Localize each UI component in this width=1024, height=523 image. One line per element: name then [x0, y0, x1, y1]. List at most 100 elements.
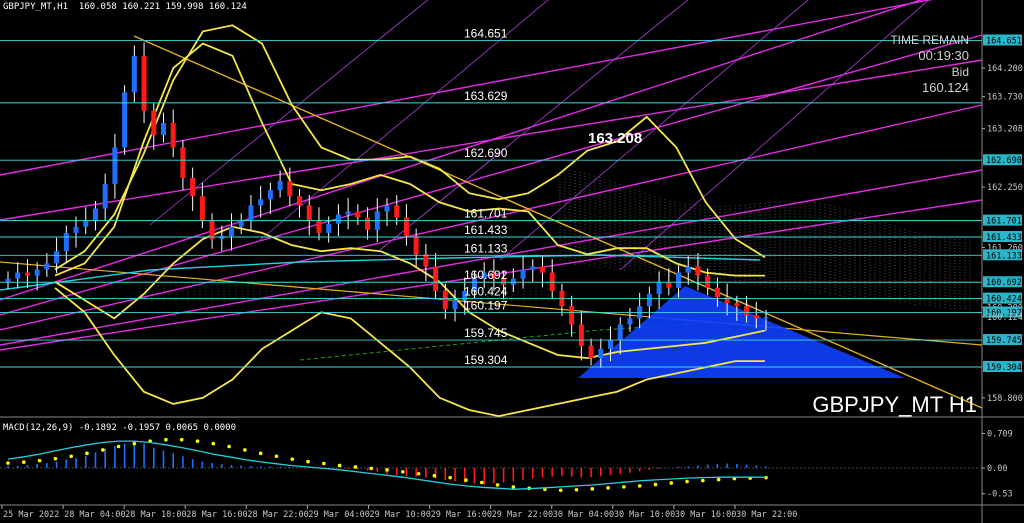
- bull-candle: [685, 266, 691, 273]
- bull-candle: [608, 339, 614, 349]
- signal-dot: [479, 480, 484, 485]
- price-tag-label: 164.651: [986, 36, 1022, 46]
- time-tick-label: 28 Mar 04:00: [64, 510, 125, 520]
- signal-dot: [685, 479, 689, 484]
- price-tick-label: 160.124: [987, 313, 1023, 323]
- bull-candle: [131, 55, 137, 93]
- time-tick-label: 30 Mar 04:00: [553, 510, 614, 520]
- bear-candle: [549, 272, 555, 291]
- signal-dot: [716, 477, 721, 482]
- timer-label: TIME REMAIN: [890, 33, 969, 47]
- bear-candle: [578, 324, 584, 346]
- time-tick-label: 29 Mar 10:00: [370, 510, 431, 520]
- signal-dot: [21, 460, 26, 464]
- time-tick-label: 30 Mar 22:00: [736, 510, 797, 520]
- level-label: 162.690: [464, 146, 508, 160]
- bear-candle: [190, 177, 196, 197]
- signal-dot: [132, 441, 137, 446]
- bear-candle: [180, 147, 186, 178]
- bull-candle: [656, 281, 662, 294]
- bear-candle: [209, 220, 215, 240]
- signal-dot: [653, 482, 658, 487]
- bull-candle: [384, 205, 390, 212]
- bear-candle: [423, 254, 429, 267]
- signal-dot: [322, 461, 326, 466]
- level-label: 161.701: [464, 207, 508, 221]
- bear-candle: [714, 287, 720, 298]
- time-tick-label: 28 Mar 16:00: [186, 510, 247, 520]
- signal-dot: [306, 459, 310, 464]
- bull-candle: [112, 147, 118, 185]
- time-tick-label: 25 Mar 2022: [3, 510, 59, 520]
- signal-dot: [258, 451, 263, 456]
- bear-candle: [24, 272, 30, 276]
- signal-dot: [227, 444, 231, 449]
- price-tick-label: 162.250: [987, 183, 1023, 193]
- signal-dot: [100, 448, 105, 452]
- bear-candle: [170, 122, 176, 148]
- bull-candle: [326, 223, 332, 233]
- signal-dot: [195, 439, 200, 443]
- signal-dot: [274, 454, 279, 459]
- bear-candle: [394, 205, 400, 218]
- bull-candle: [102, 184, 108, 209]
- price-tick-label: 163.730: [987, 93, 1023, 103]
- bear-candle: [365, 217, 371, 230]
- bull-candle: [520, 269, 526, 279]
- bull-candle: [54, 251, 60, 264]
- price-tag-label: 159.304: [986, 363, 1022, 373]
- signal-dot: [511, 485, 516, 489]
- bid-value: 160.124: [922, 80, 969, 95]
- price-tick-label: 164.200: [987, 64, 1023, 74]
- bull-candle: [452, 300, 458, 310]
- price-tag-label: 161.433: [986, 233, 1022, 243]
- time-tick-label: 29 Mar 22:00: [492, 510, 553, 520]
- bear-candle: [199, 196, 205, 221]
- level-label: 164.651: [464, 26, 508, 40]
- signal-dot: [622, 485, 626, 489]
- bear-candle: [569, 306, 575, 325]
- bull-candle: [229, 226, 235, 236]
- level-label: 161.133: [464, 241, 508, 255]
- main-header: GBPJPY_MT,H1 160.058 160.221 159.998 160…: [3, 2, 247, 12]
- signal-dot: [53, 456, 58, 461]
- price-tag-label: 162.690: [986, 156, 1022, 166]
- bear-candle: [413, 235, 419, 255]
- signal-dot: [416, 471, 421, 476]
- signal-dot: [574, 487, 579, 492]
- signal-dot: [385, 468, 389, 472]
- bear-candle: [151, 110, 157, 136]
- bear-candle: [705, 275, 711, 288]
- bull-candle: [277, 180, 283, 191]
- chart-canvas[interactable]: 164.651 163.629 162.690 161.701 161.433 161.1…: [0, 0, 1024, 523]
- bull-candle: [627, 318, 633, 325]
- signal-dot: [6, 461, 10, 465]
- signal-dot: [590, 487, 595, 491]
- signal-dot: [290, 457, 295, 461]
- price-tag-label: 159.745: [986, 336, 1022, 346]
- level-label: 159.745: [464, 326, 508, 340]
- bull-candle: [73, 226, 79, 233]
- bear-candle: [287, 180, 293, 197]
- bull-candle: [763, 317, 769, 319]
- price-tick-label: 158.800: [987, 394, 1023, 404]
- bear-candle: [744, 306, 750, 316]
- level-label: 160.692: [464, 268, 508, 282]
- signal-dot: [369, 466, 374, 471]
- bull-candle: [219, 235, 225, 240]
- signal-dot: [669, 481, 674, 485]
- bear-candle: [588, 345, 594, 359]
- bull-candle: [92, 208, 98, 221]
- level-label: 161.433: [464, 223, 508, 237]
- bid-label: Bid: [952, 65, 969, 79]
- bear-candle: [695, 266, 701, 276]
- signal-dot: [558, 488, 563, 493]
- signal-dot: [353, 465, 358, 469]
- signal-dot: [69, 454, 73, 459]
- macd-header: MACD(12,26,9) -0.1892 -0.1957 0.0065 0.0…: [3, 423, 236, 433]
- marker-label: 163.208: [588, 130, 642, 147]
- bear-candle: [297, 196, 303, 206]
- time-tick-label: 28 Mar 22:00: [247, 510, 308, 520]
- macd-tick-label: 0.709: [987, 429, 1013, 439]
- bear-candle: [724, 297, 730, 304]
